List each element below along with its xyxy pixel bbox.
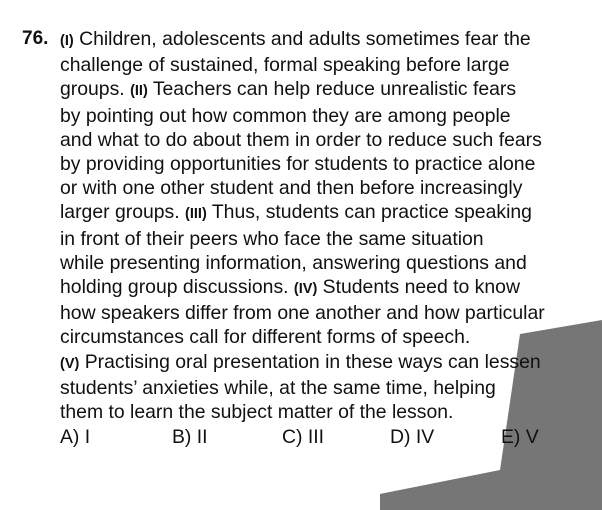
- question-line: circumstances call for different forms o…: [60, 325, 600, 349]
- passage-text: or with one other student and then befor…: [60, 177, 523, 200]
- answer-option[interactable]: D) IV: [390, 425, 434, 449]
- sentence-marker: (IV): [293, 281, 318, 298]
- passage-text: larger groups.: [60, 201, 186, 224]
- passage-text: holding group discussions.: [60, 276, 294, 299]
- question-line: and what to do about them in order to re…: [60, 128, 600, 152]
- exam-page: 76. (I) Children, adolescents and adults…: [0, 0, 602, 510]
- question-text: (I) Children, adolescents and adults som…: [60, 27, 600, 424]
- sentence-marker: (II): [130, 83, 148, 100]
- answer-option[interactable]: A) I: [60, 425, 90, 449]
- question-line: by pointing out how common they are amon…: [60, 104, 600, 128]
- question-line: or with one other student and then befor…: [60, 176, 600, 200]
- sentence-marker: (V): [60, 355, 80, 372]
- passage-text: Children, adolescents and adults sometim…: [73, 28, 531, 50]
- passage-text: students’ anxieties while, at the same t…: [60, 376, 496, 399]
- passage-text: and what to do about them in order to re…: [60, 128, 542, 151]
- question-line: by providing opportunities for students …: [60, 152, 600, 176]
- sentence-marker: (I): [60, 33, 74, 49]
- answer-options: A) I B) II C) III D) IV E) V: [60, 425, 580, 451]
- question-line: groups. (II) Teachers can help reduce un…: [60, 77, 600, 103]
- question-line: (V) Practising oral presentation in thes…: [60, 350, 600, 376]
- answer-option[interactable]: E) V: [501, 425, 539, 449]
- passage-text: by providing opportunities for students …: [60, 153, 536, 176]
- question-line: them to learn the subject matter of the …: [60, 400, 600, 424]
- passage-text: in front of their peers who face the sam…: [60, 227, 484, 250]
- question-line: larger groups. (III) Thus, students can …: [60, 200, 600, 226]
- passage-text: Students need to know: [317, 276, 520, 299]
- answer-option[interactable]: B) II: [172, 425, 208, 449]
- question-line: students’ anxieties while, at the same t…: [60, 376, 600, 400]
- question-line: while presenting information, answering …: [60, 251, 600, 275]
- passage-text: challenge of sustained, formal speaking …: [60, 54, 510, 77]
- question-line: (I) Children, adolescents and adults som…: [60, 27, 600, 53]
- question-line: in front of their peers who face the sam…: [60, 227, 600, 251]
- question-line: how speakers differ from one another and…: [60, 301, 600, 325]
- passage-text: Practising oral presentation in these wa…: [79, 350, 541, 373]
- passage-text: by pointing out how common they are amon…: [60, 104, 511, 127]
- passage-text: how speakers differ from one another and…: [60, 302, 545, 325]
- sentence-marker: (III): [185, 206, 207, 223]
- question-line: challenge of sustained, formal speaking …: [60, 53, 600, 77]
- passage-text: circumstances call for different forms o…: [60, 326, 471, 349]
- passage-text: them to learn the subject matter of the …: [60, 401, 454, 424]
- question-number: 76.: [22, 28, 49, 49]
- question-line: holding group discussions. (IV) Students…: [60, 275, 600, 301]
- answer-option[interactable]: C) III: [282, 425, 324, 449]
- passage-text: Teachers can help reduce unrealistic fea…: [147, 78, 517, 101]
- passage-text: groups.: [60, 78, 131, 101]
- passage-text: while presenting information, answering …: [60, 251, 527, 274]
- passage-text: Thus, students can practice speaking: [206, 201, 532, 224]
